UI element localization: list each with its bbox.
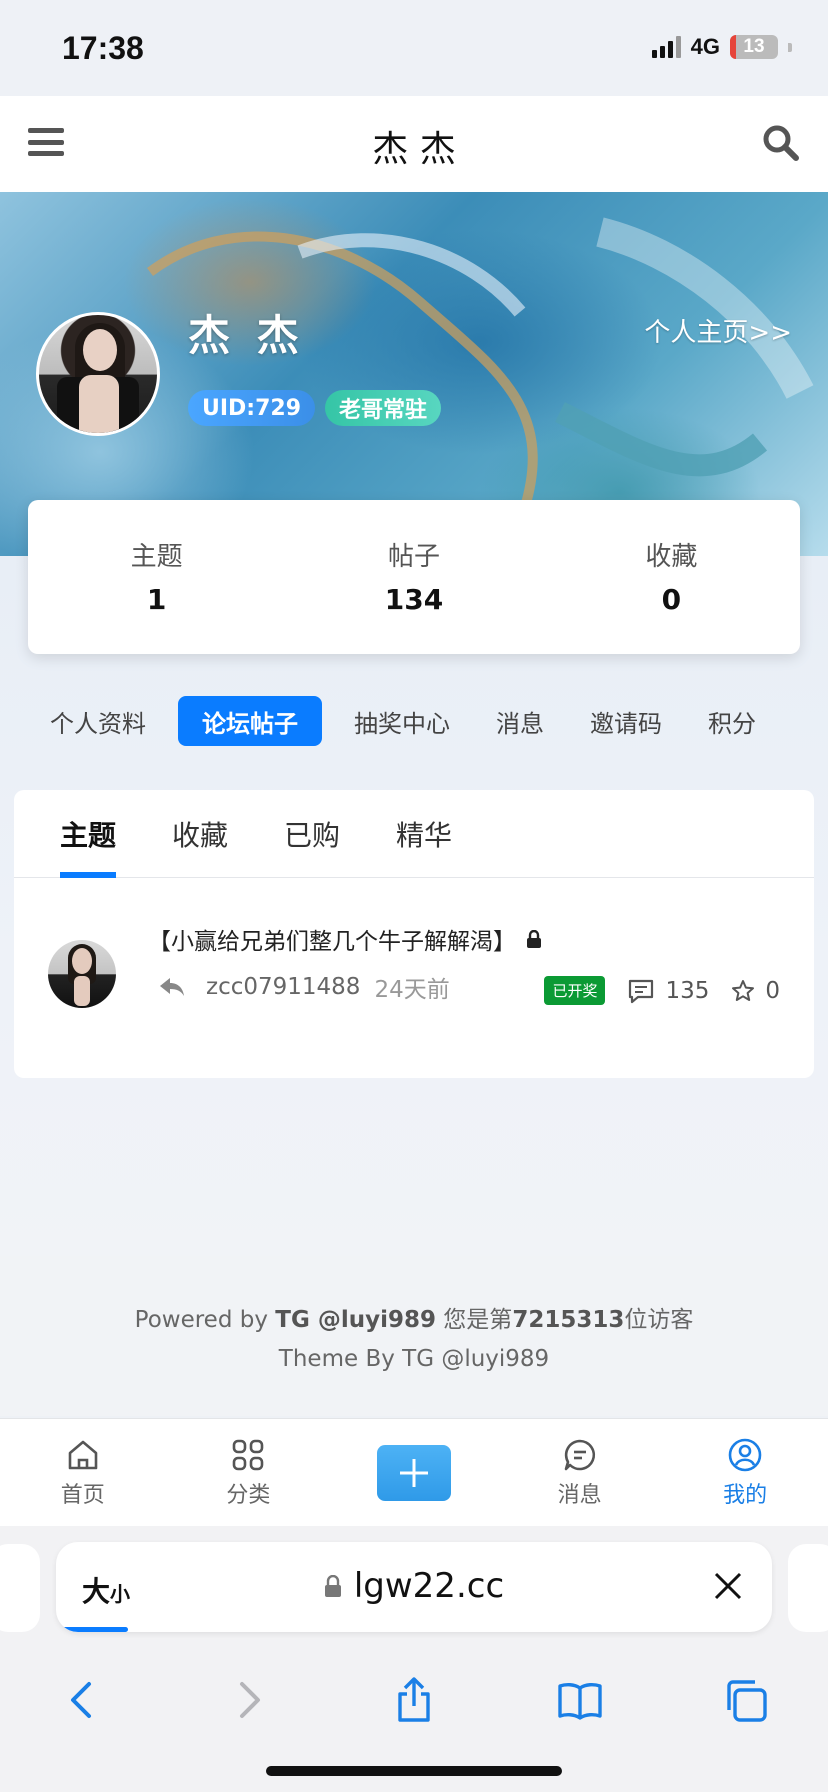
thread-author[interactable]: zcc07911488 [206, 974, 360, 1000]
thread-author-avatar[interactable] [48, 940, 116, 1008]
signal-icon [651, 36, 681, 58]
previous-tab[interactable] [0, 1544, 40, 1632]
star-icon[interactable] [731, 979, 755, 1003]
nav-category[interactable]: 分类 [166, 1419, 332, 1526]
address-bar[interactable]: 大小 lgw22.cc [56, 1542, 772, 1632]
stat-posts[interactable]: 帖子 134 [285, 500, 542, 654]
nav-home-label: 首页 [60, 1482, 105, 1508]
stat-label: 帖子 [387, 542, 440, 572]
posts-sub-tabs: 主题 收藏 已购 精华 [14, 790, 814, 878]
footer-visitor-suffix: 位访客 [624, 1307, 694, 1333]
stat-label: 主题 [130, 542, 183, 572]
uid-badge: UID:729 [188, 390, 316, 426]
browser-toolbar [0, 1652, 828, 1748]
tab-profile-info[interactable]: 个人资料 [36, 696, 160, 746]
network-type: 4G [690, 34, 720, 59]
profile-nav-tabs: 个人资料 论坛帖子 抽奖中心 消息 邀请码 积分 [36, 696, 770, 746]
battery-icon: 13 [730, 35, 778, 59]
stat-label: 收藏 [645, 542, 698, 572]
forward-icon[interactable] [224, 1676, 272, 1724]
url-text: lgw22.cc [353, 1566, 505, 1606]
stat-favorites[interactable]: 收藏 0 [543, 500, 800, 654]
status-indicators: 4G 13 [651, 34, 792, 60]
reply-icon [160, 978, 184, 996]
plus-icon [399, 1458, 428, 1487]
close-icon[interactable] [710, 1568, 746, 1604]
stat-value: 134 [384, 583, 444, 616]
tab-invite-code[interactable]: 邀请码 [576, 696, 676, 746]
grid-icon [233, 1439, 264, 1470]
footer-powered-prefix: Powered by [134, 1307, 276, 1333]
thread-stats: 已开奖 135 0 [544, 976, 780, 1005]
sub-tab-featured[interactable]: 精华 [396, 790, 452, 877]
sub-tab-topics[interactable]: 主题 [60, 790, 117, 878]
stat-topics[interactable]: 主题 1 [28, 500, 285, 654]
footer-powered-name[interactable]: TG @luyi989 [275, 1307, 436, 1333]
home-icon [68, 1440, 98, 1469]
sub-tab-purchased[interactable]: 已购 [284, 790, 340, 877]
thread-title-text: 【小赢给兄弟们整几个牛子解解渴】 [148, 929, 516, 955]
site-footer: Powered by TG @luyi989 您是第7215313位访客 The… [0, 1256, 828, 1416]
nav-mine[interactable]: 我的 [662, 1419, 828, 1526]
battery-level: 13 [743, 36, 765, 57]
nav-messages-label: 消息 [557, 1482, 602, 1508]
thread-time: 24天前 [374, 977, 450, 1003]
profile-home-link[interactable]: 个人主页>> [644, 312, 792, 349]
user-icon [728, 1438, 762, 1471]
tab-forum-posts[interactable]: 论坛帖子 [178, 696, 322, 746]
favorite-count: 0 [765, 977, 780, 1004]
profile-name: 杰 杰 [188, 311, 305, 360]
footer-powered: Powered by TG @luyi989 您是第7215313位访客 [0, 1300, 828, 1334]
app-bottom-nav: 首页 分类 消息 我的 [0, 1418, 828, 1526]
profile-badges: UID:729 老哥常驻 [188, 390, 442, 426]
comment-count: 135 [665, 977, 710, 1004]
stats-card: 主题 1 帖子 134 收藏 0 [28, 500, 800, 654]
chat-icon [564, 1439, 595, 1470]
nav-home[interactable]: 首页 [0, 1419, 166, 1526]
footer-visitor-count: 7215313 [512, 1307, 625, 1333]
page-title: 杰 杰 [372, 129, 456, 170]
back-icon[interactable] [59, 1676, 107, 1724]
profile-avatar[interactable] [36, 312, 160, 436]
thread-title[interactable]: 【小赢给兄弟们整几个牛子解解渴】 [148, 922, 542, 956]
top-header: 杰 杰 [0, 96, 828, 192]
rank-badge: 老哥常驻 [325, 390, 442, 426]
footer-theme: Theme By TG @luyi989 [278, 1346, 550, 1372]
next-tab[interactable] [788, 1544, 828, 1632]
comment-icon [629, 979, 654, 1003]
tabs-icon[interactable] [721, 1676, 769, 1724]
tab-points[interactable]: 积分 [694, 696, 770, 746]
share-icon[interactable] [390, 1676, 438, 1724]
footer-visitor-prefix: 您是第 [436, 1307, 513, 1333]
home-indicator[interactable] [266, 1766, 562, 1776]
lock-icon [527, 930, 541, 948]
tab-messages[interactable]: 消息 [482, 696, 558, 746]
browser-chrome: 大小 lgw22.cc [0, 1526, 828, 1792]
thread-meta: zcc07911488 24天前 [158, 970, 450, 1004]
sub-tab-favorites[interactable]: 收藏 [172, 790, 228, 877]
status-time: 17:38 [62, 30, 144, 66]
thread-item[interactable]: 【小赢给兄弟们整几个牛子解解渴】 zcc07911488 24天前 已开奖 13… [14, 878, 814, 1074]
lottery-drawn-badge: 已开奖 [544, 976, 606, 1005]
nav-category-label: 分类 [226, 1482, 271, 1508]
status-bar: 17:38 4G 13 [0, 0, 828, 96]
page-load-progress [56, 1627, 128, 1632]
nav-new-post[interactable] [331, 1419, 497, 1526]
new-post-button[interactable] [376, 1444, 451, 1501]
stat-value: 0 [661, 583, 682, 616]
url-display[interactable]: lgw22.cc [56, 1566, 772, 1606]
tab-lottery-center[interactable]: 抽奖中心 [340, 696, 464, 746]
bookmarks-icon[interactable] [556, 1676, 604, 1724]
nav-mine-label: 我的 [723, 1482, 768, 1508]
nav-messages[interactable]: 消息 [497, 1419, 663, 1526]
lock-icon [324, 1575, 341, 1597]
posts-card: 主题 收藏 已购 精华 【小赢给兄弟们整几个牛子解解渴】 zcc07911488… [14, 790, 814, 1078]
stat-value: 1 [146, 583, 167, 616]
search-icon[interactable] [760, 122, 800, 162]
